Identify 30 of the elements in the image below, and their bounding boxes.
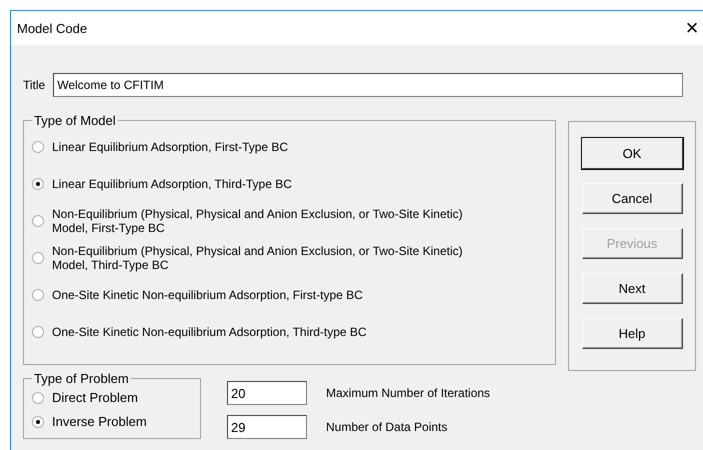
dialog-button[interactable]: Cancel	[582, 183, 682, 214]
option-label: Linear Equilibrium Adsorption, Third-Type BC	[52, 176, 292, 190]
field-label: Maximum Number of Iterations	[326, 386, 490, 400]
dialog-button[interactable]: Help	[582, 318, 682, 349]
radio-button[interactable]	[32, 392, 44, 404]
radio-button[interactable]	[32, 416, 44, 428]
number-field[interactable]: 20	[227, 381, 307, 405]
group-legend: Type of Model	[32, 113, 118, 128]
option-label: Linear Equilibrium Adsorption, First-Type BC	[52, 140, 288, 154]
radio-button[interactable]	[32, 288, 44, 300]
option-label: Direct Problem	[52, 391, 138, 405]
option-label: One-Site Kinetic Non-equilibrium Adsorption, First-type BC	[52, 288, 363, 302]
close-button[interactable]: ×	[677, 17, 703, 39]
option-label: Non-Equilibrium (Physical, Physical and Anion Exclusion, or Two-Site Kinetic) Model, Third-Type BC	[52, 244, 464, 272]
dialog-button[interactable]: Next	[582, 273, 682, 304]
option-label: Non-Equilibrium (Physical, Physical and Anion Exclusion, or Two-Site Kinetic) Model, First-Type BC	[52, 206, 464, 234]
title-field[interactable]: Welcome to CFITIM	[53, 73, 684, 97]
radio-button[interactable]	[32, 326, 44, 338]
field-label: Number of Data Points	[326, 420, 448, 434]
radio-button[interactable]	[32, 214, 44, 226]
window-title: Model Code	[17, 20, 88, 36]
number-field[interactable]: 29	[227, 415, 307, 439]
dialog-button[interactable]: OK	[582, 138, 682, 169]
option-label: One-Site Kinetic Non-equilibrium Adsorption, Third-type BC	[52, 324, 367, 338]
radio-button[interactable]	[32, 140, 44, 152]
radio-button[interactable]	[32, 178, 44, 190]
option-label: Inverse Problem	[52, 415, 147, 429]
radio-button[interactable]	[32, 252, 44, 264]
group-legend: Type of Problem	[32, 371, 131, 386]
title-label: Title	[23, 78, 46, 92]
